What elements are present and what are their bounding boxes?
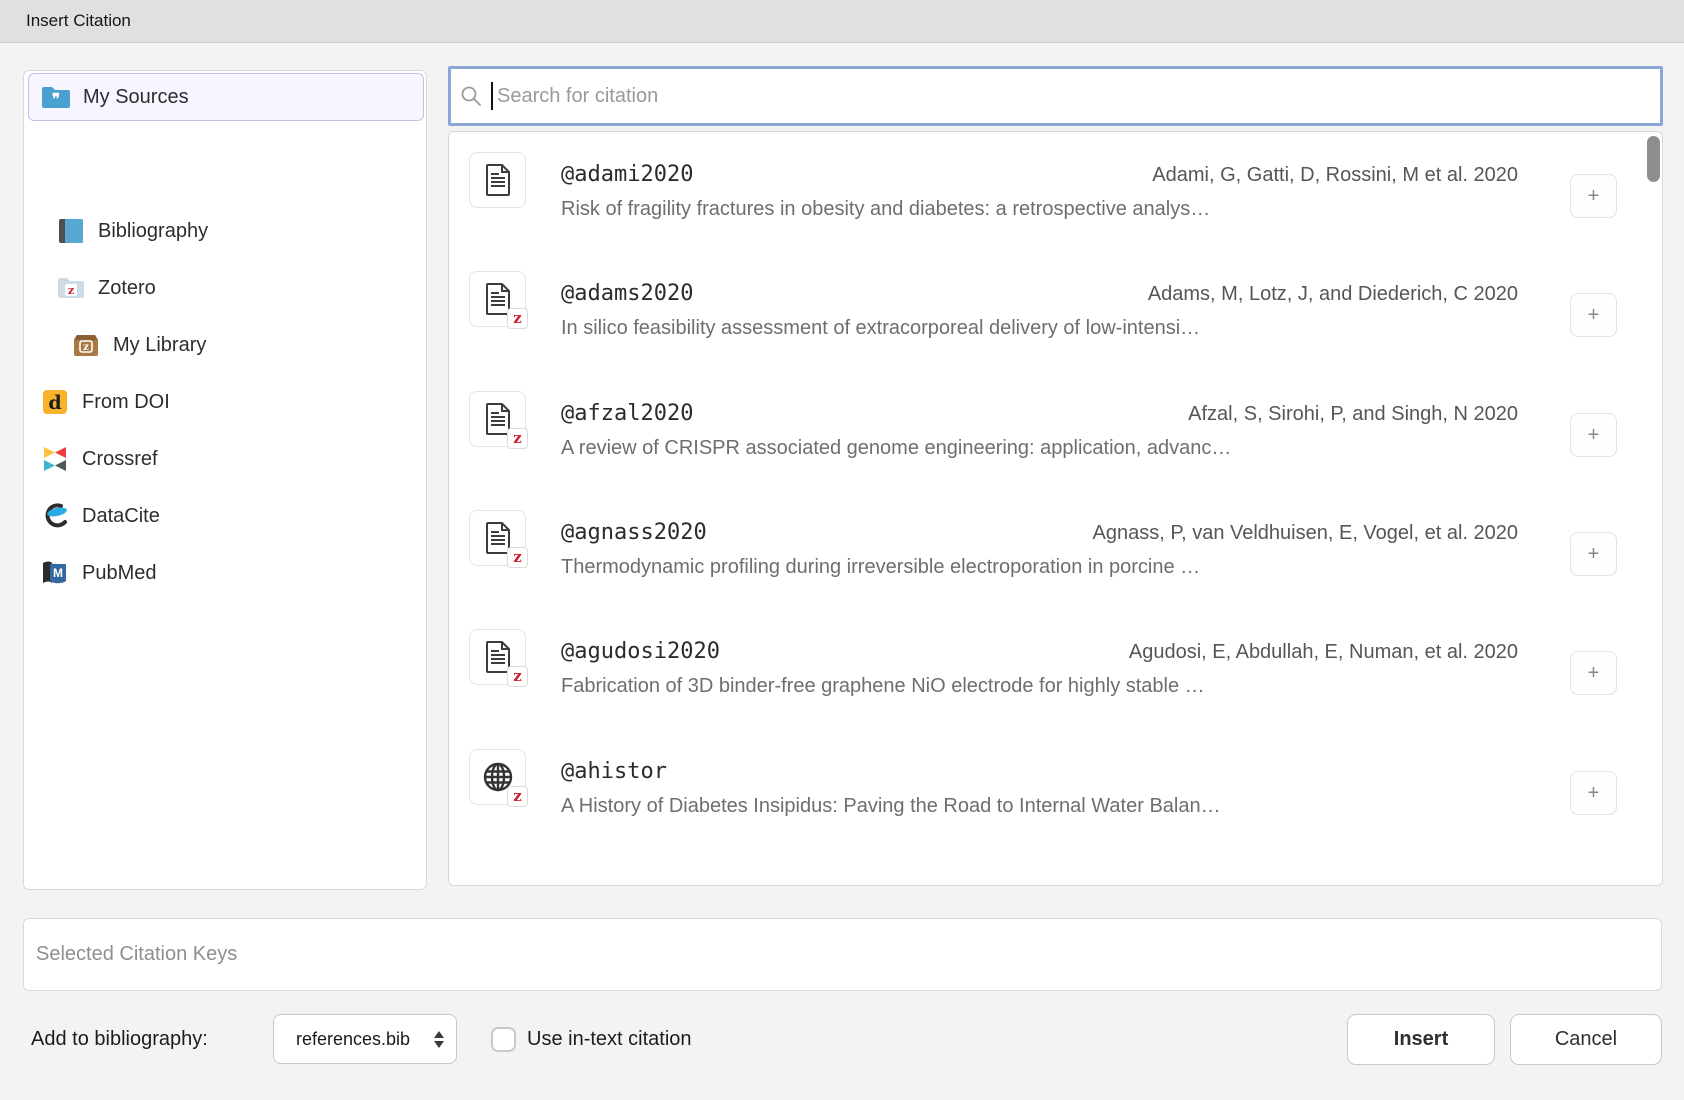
sidebar-item-label: Crossref: [82, 448, 158, 471]
scrollbar-thumb[interactable]: [1647, 136, 1660, 182]
search-input[interactable]: [495, 84, 1660, 109]
add-citation-button[interactable]: +: [1570, 413, 1617, 457]
add-citation-button[interactable]: +: [1570, 293, 1617, 337]
citation-title: A History of Diabetes Insipidus: Paving …: [561, 791, 1221, 821]
svg-text:z: z: [68, 284, 74, 297]
sources-sidebar: ❞ My Sources Bibliography z Zotero z My …: [23, 70, 427, 890]
citation-row[interactable]: z @agnass2020 Agnass, P, van Veldhuisen,…: [449, 510, 1664, 588]
insert-citation-dialog: Insert Citation ❞ My Sources Bibliograph…: [0, 0, 1684, 1100]
use-intext-citation-label: Use in-text citation: [527, 1028, 692, 1051]
document-icon: [469, 152, 526, 208]
sidebar-item-label: Zotero: [98, 277, 156, 300]
sidebar-item-from-doi[interactable]: d From DOI: [28, 380, 424, 424]
cancel-button[interactable]: Cancel: [1510, 1014, 1662, 1065]
insert-button[interactable]: Insert: [1347, 1014, 1495, 1065]
sidebar-item-label: DataCite: [82, 505, 160, 528]
citation-title: In silico feasibility assessment of extr…: [561, 313, 1200, 343]
citation-title: Thermodynamic profiling during irreversi…: [561, 552, 1200, 582]
citation-row[interactable]: z @afzal2020 Afzal, S, Sirohi, P, and Si…: [449, 391, 1664, 469]
sidebar-item-pubmed[interactable]: M PubMed: [28, 551, 424, 595]
zotero-badge-icon: z: [507, 786, 528, 807]
sidebar-item-datacite[interactable]: DataCite: [28, 494, 424, 538]
sidebar-item-bibliography[interactable]: Bibliography: [28, 209, 424, 253]
text-caret: [491, 82, 493, 110]
zotero-folder-icon: z: [56, 274, 86, 302]
citation-key: @adams2020: [561, 279, 693, 309]
citation-key: @agudosi2020: [561, 637, 720, 667]
citation-row[interactable]: @adami2020 Adami, G, Gatti, D, Rossini, …: [449, 152, 1664, 230]
citation-row[interactable]: z @agudosi2020 Agudosi, E, Abdullah, E, …: [449, 629, 1664, 707]
citation-key: @agnass2020: [561, 518, 707, 548]
selected-keys-placeholder: Selected Citation Keys: [36, 943, 237, 966]
sidebar-item-crossref[interactable]: Crossref: [28, 437, 424, 481]
zotero-badge-icon: z: [507, 547, 528, 568]
pubmed-icon: M: [40, 559, 70, 587]
citation-authors: Agudosi, E, Abdullah, E, Numan, et al. 2…: [1129, 637, 1518, 667]
bibliography-file-value: references.bib: [296, 1029, 434, 1050]
citation-row[interactable]: z @ahistor A History of Diabetes Insipid…: [449, 749, 1664, 827]
add-citation-button[interactable]: +: [1570, 174, 1617, 218]
add-citation-button[interactable]: +: [1570, 532, 1617, 576]
sidebar-item-label: Bibliography: [98, 220, 208, 243]
citation-search-box: [448, 66, 1663, 126]
citation-authors: Adams, M, Lotz, J, and Diederich, C 2020: [1148, 279, 1518, 309]
doi-icon: d: [40, 388, 70, 416]
sources-folder-icon: ❞: [41, 83, 71, 111]
sidebar-item-label: PubMed: [82, 562, 157, 585]
citation-row[interactable]: z @adams2020 Adams, M, Lotz, J, and Died…: [449, 271, 1664, 349]
svg-text:❞: ❞: [52, 91, 60, 108]
sidebar-item-label: My Library: [113, 334, 206, 357]
citation-title: Risk of fragility fractures in obesity a…: [561, 194, 1210, 224]
select-stepper-icon: [434, 1031, 444, 1048]
add-to-bibliography-label: Add to bibliography:: [31, 1028, 208, 1051]
citation-authors: Agnass, P, van Veldhuisen, E, Vogel, et …: [1093, 518, 1519, 548]
zotero-badge-icon: z: [507, 666, 528, 687]
citation-key: @adami2020: [561, 160, 693, 190]
sidebar-item-my-library[interactable]: z My Library: [28, 323, 424, 367]
crossref-icon: [40, 445, 70, 473]
bibliography-book-icon: [56, 217, 86, 245]
sidebar-item-label: My Sources: [83, 86, 189, 109]
add-citation-button[interactable]: +: [1570, 651, 1617, 695]
use-intext-citation-checkbox[interactable]: [491, 1027, 516, 1052]
citation-key: @afzal2020: [561, 399, 693, 429]
dialog-title: Insert Citation: [26, 11, 131, 31]
sidebar-item-zotero[interactable]: z Zotero: [28, 266, 424, 310]
library-box-icon: z: [71, 331, 101, 359]
sidebar-item-my-sources[interactable]: ❞ My Sources: [28, 73, 424, 121]
citation-authors: Afzal, S, Sirohi, P, and Singh, N 2020: [1188, 399, 1518, 429]
sidebar-item-label: From DOI: [82, 391, 170, 414]
dialog-titlebar: Insert Citation: [0, 0, 1684, 43]
svg-text:d: d: [48, 392, 61, 414]
search-icon: [460, 85, 482, 107]
datacite-icon: [40, 502, 70, 530]
citation-title: A review of CRISPR associated genome eng…: [561, 433, 1231, 463]
svg-text:z: z: [83, 342, 89, 353]
bibliography-file-select[interactable]: references.bib: [273, 1014, 457, 1064]
zotero-badge-icon: z: [507, 308, 528, 329]
zotero-badge-icon: z: [507, 428, 528, 449]
citation-authors: Adami, G, Gatti, D, Rossini, M et al. 20…: [1152, 160, 1518, 190]
citation-title: Fabrication of 3D binder-free graphene N…: [561, 671, 1205, 701]
add-citation-button[interactable]: +: [1570, 771, 1617, 815]
selected-citation-keys-field[interactable]: Selected Citation Keys: [23, 918, 1662, 991]
citation-key: @ahistor: [561, 757, 667, 787]
svg-text:M: M: [53, 566, 63, 580]
citation-list: @adami2020 Adami, G, Gatti, D, Rossini, …: [448, 131, 1663, 886]
